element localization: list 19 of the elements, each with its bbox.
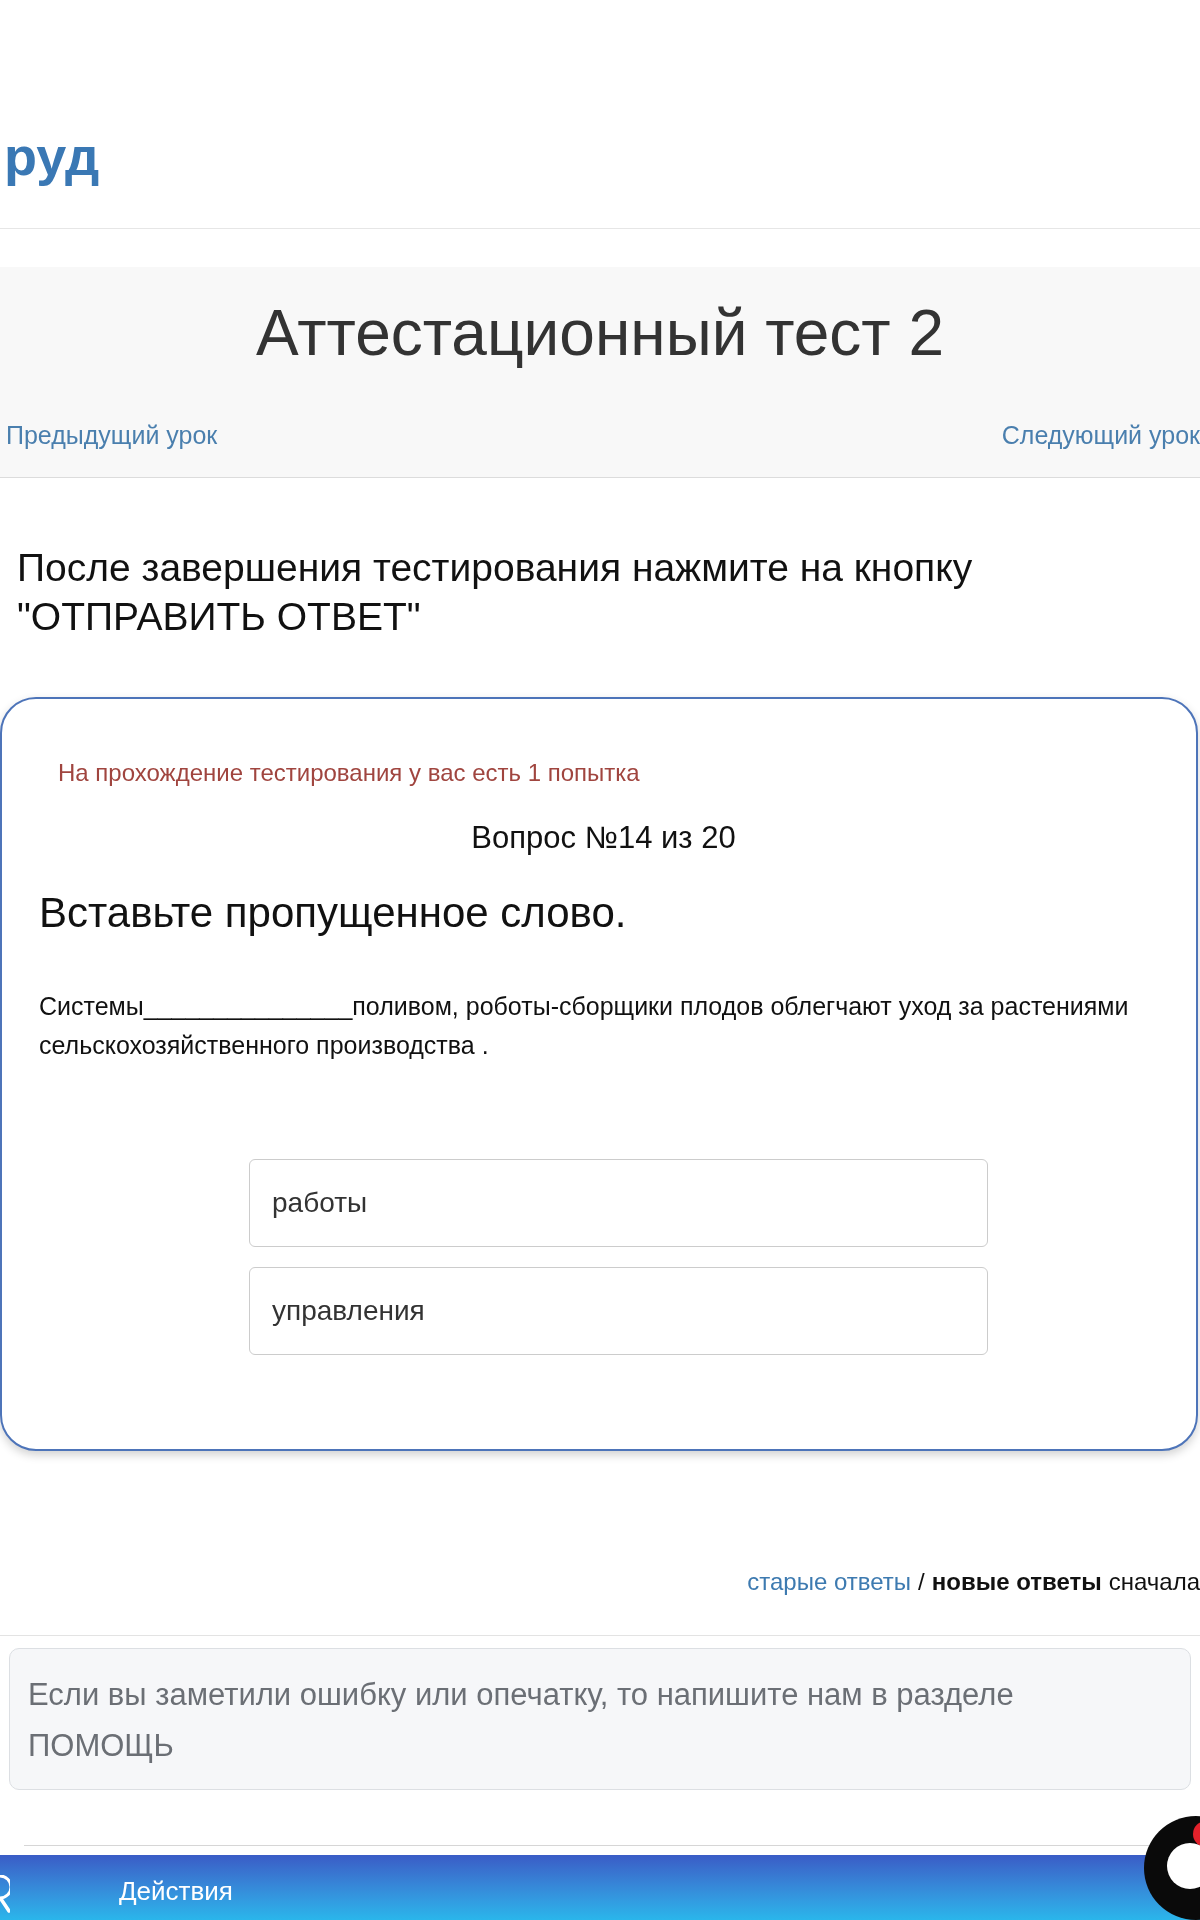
question-text: Системы_______________поливом, роботы-сборщики плодов облегчают уход за растениями сельскохозяйственного производства . [39, 991, 1130, 1061]
actions-menu[interactable]: Действия [119, 1875, 233, 1907]
next-lesson-link[interactable]: Следующий урок [1001, 419, 1200, 451]
answer-option[interactable]: работы [249, 1159, 988, 1247]
feedback-field[interactable]: Если вы заметили ошибку или опечатку, то напишите нам в разделе ПОМОЩЬ [9, 1648, 1191, 1790]
site-logo[interactable]: руд [4, 128, 100, 184]
question-prompt: Вставьте пропущенное слово. [39, 888, 627, 938]
lesson-title: Аттестационный тест 2 [255, 296, 945, 371]
attempts-note: На прохождение тестирования у вас есть 1 попытка [58, 758, 640, 788]
question-counter: Вопрос №14 из 20 [471, 819, 736, 857]
previous-lesson-link[interactable]: Предыдущий урок [6, 419, 218, 451]
instruction-text: После завершения тестирования нажмите на кнопку "ОТПРАВИТЬ ОТВЕТ" [17, 545, 974, 640]
chat-icon[interactable] [1144, 1816, 1200, 1920]
magnifier-icon[interactable] [0, 1875, 10, 1913]
sort-suffix-text: сначала [1108, 1567, 1200, 1597]
sort-option[interactable]: старые ответы [747, 1566, 912, 1598]
answer-option[interactable]: управления [249, 1267, 988, 1355]
sort-option[interactable]: новые ответы [931, 1566, 1102, 1598]
separator-text: / [918, 1567, 925, 1597]
